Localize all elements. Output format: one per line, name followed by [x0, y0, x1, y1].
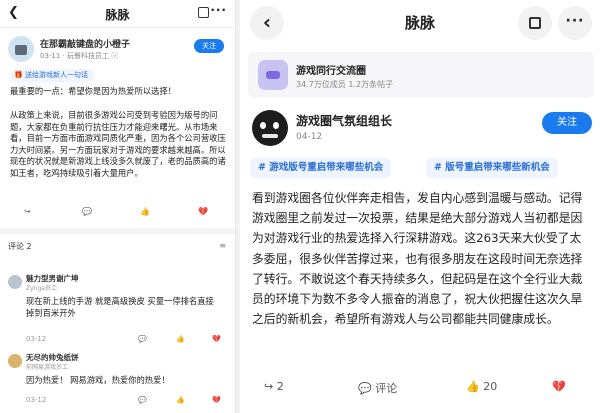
share-button[interactable]: [518, 6, 552, 40]
like-icon[interactable]: 👍: [176, 396, 185, 404]
comment-text: 因为热爱！ 网易游戏，热爱你的热爱！: [26, 375, 170, 385]
avatar[interactable]: [252, 110, 288, 146]
share-icon[interactable]: [198, 7, 209, 18]
dislike-icon[interactable]: 💔: [212, 396, 221, 404]
follow-button[interactable]: 关注: [194, 39, 224, 53]
left-action-bar: ↪ 💬 👍 💔: [8, 207, 230, 221]
share-icon: [529, 17, 541, 29]
left-author-card: 在那霸敲键盘的小橙子 03-11 · 玩餐科技员工 ⓥ 关注: [8, 36, 230, 64]
right-post-panel: ‹ 脉脉 ··· 游戏同行交流圈 34.7万位成员 1.2万条帖子 游戏圈气氛组…: [240, 0, 600, 413]
author-meta: 03-11 · 玩餐科技员工 ⓥ: [40, 52, 119, 60]
gamepad-icon: [258, 60, 288, 90]
sort-icon[interactable]: ≡: [219, 241, 226, 250]
comments-count: 评论 2: [8, 242, 32, 251]
share-count[interactable]: ↪ 2: [264, 380, 284, 393]
share-action-icon[interactable]: ↪: [24, 207, 31, 216]
avatar[interactable]: [8, 36, 34, 62]
circle-stats: 34.7万位成员 1.2万条帖子: [296, 80, 394, 89]
left-post-panel: ❮ 脉脉 ··· 在那霸敲键盘的小橙子 03-11 · 玩餐科技员工 ⓥ 关注 …: [0, 0, 236, 413]
topic-tag[interactable]: # 版号重启带来哪些新机会: [426, 158, 558, 178]
reply-icon[interactable]: 💬: [138, 396, 147, 404]
post-body: 看到游戏圈各位伙伴奔走相告，发自内心感到温暖与感动。记得游戏圈里之前发过一次投票…: [252, 191, 583, 327]
more-icon[interactable]: ···: [210, 3, 227, 17]
circle-card[interactable]: 游戏同行交流圈 34.7万位成员 1.2万条帖子: [248, 52, 594, 98]
dislike-action-icon[interactable]: 💔: [198, 207, 208, 216]
comments-header: 评论 2 ≡: [8, 241, 230, 255]
right-nav-bar: ‹ 脉脉 ···: [240, 0, 600, 46]
like-action-icon[interactable]: 👍: [140, 207, 150, 216]
post-body: 从政策上来说，目前很多游戏公司受到考验因为版号的问题，大家都在负重前行抗住压力才…: [10, 110, 226, 178]
like-count[interactable]: 👍 20: [466, 380, 497, 393]
comment-time: 03-12: [26, 335, 47, 343]
follow-button[interactable]: 关注: [542, 112, 592, 134]
post-first-line: 最重要的一点：希望你是因为热爱所以选择！: [10, 86, 176, 96]
left-nav-bar: ❮ 脉脉 ···: [0, 0, 235, 28]
more-button[interactable]: ···: [558, 6, 592, 40]
avatar[interactable]: [8, 275, 22, 289]
section-divider: [0, 228, 235, 234]
comment-author-meta: 前网易游戏员工: [26, 364, 69, 371]
post-date: 04-12: [296, 132, 323, 142]
avatar[interactable]: [8, 354, 22, 368]
comment-text: 现在新上线的手游 就是高级换皮 买量一停排名直接掉到百米开外: [26, 296, 214, 318]
topic-tag[interactable]: # 游戏版号重启带来哪些机会: [250, 158, 392, 178]
right-action-bar: ↪ 2 💬 评论 👍 20 💔: [250, 380, 592, 400]
reply-icon[interactable]: 💬: [138, 335, 147, 343]
author-name[interactable]: 在那霸敲键盘的小橙子: [40, 37, 130, 50]
comment-author-meta: Zynga员工: [26, 285, 57, 292]
comment-action-icon[interactable]: 💬: [82, 207, 92, 216]
like-icon[interactable]: 👍: [176, 335, 185, 343]
dislike-icon[interactable]: 💔: [212, 335, 221, 343]
right-author-card: 游戏圈气氛组组长 04-12 关注: [248, 110, 594, 150]
dislike-action-icon[interactable]: 💔: [552, 380, 566, 393]
author-name[interactable]: 游戏圈气氛组组长: [296, 112, 392, 129]
circle-name: 游戏同行交流圈: [296, 66, 366, 77]
gift-topic-badge[interactable]: 🎁 送给游戏新人一句话: [10, 69, 94, 82]
comment-action[interactable]: 💬 评论: [358, 380, 397, 396]
comment-time: 03-12: [26, 396, 47, 404]
